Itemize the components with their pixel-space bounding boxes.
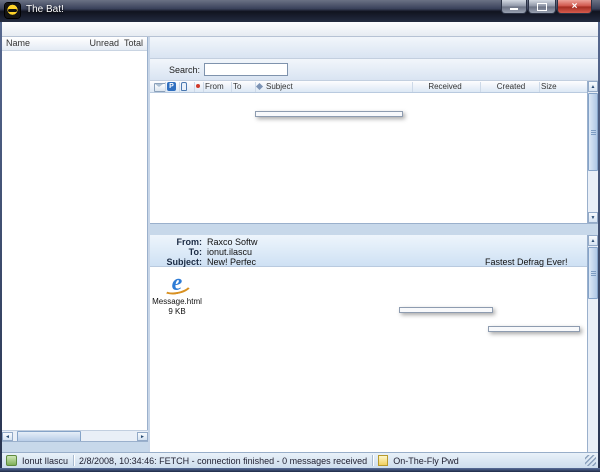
mail-area: Search: From To Subject Received Created… — [150, 37, 598, 452]
html-file-icon: e — [164, 271, 190, 297]
from-label: From: — [150, 237, 202, 247]
attachment-icon — [181, 82, 187, 91]
status-bar: Ionut Ilascu 2/8/2008, 10:34:46: FETCH -… — [2, 452, 598, 468]
account-status-icon — [6, 455, 17, 466]
subject-value: New! Perfec — [207, 257, 256, 267]
resize-grip[interactable] — [585, 455, 596, 466]
preview-header: From: Raxco Softw To: ionut.ilascu Subject… — [150, 235, 598, 267]
folder-pane: Name Unread Total ◄ ► — [2, 37, 148, 452]
scroll-down-icon[interactable]: ▼ — [588, 212, 598, 223]
message-list-header[interactable]: From To Subject Received Created Size — [150, 81, 587, 93]
otfe-icon — [378, 455, 388, 466]
menu-bar — [2, 22, 598, 37]
folder-toolbar: Search: — [150, 59, 598, 81]
main-toolbar — [150, 37, 598, 59]
sort-icon — [256, 83, 263, 90]
search-label: Search: — [169, 65, 200, 75]
scroll-right-icon[interactable]: ► — [137, 432, 148, 441]
scroll-up-icon[interactable]: ▲ — [588, 81, 598, 92]
title-bar[interactable]: The Bat! × — [0, 0, 600, 22]
application-window: The Bat! × Name Unread Total ◄ ► S — [0, 0, 600, 472]
scroll-thumb[interactable] — [17, 431, 81, 442]
folder-pane-header[interactable]: Name Unread Total — [2, 37, 147, 51]
folder-column-unread[interactable]: Unread — [89, 38, 119, 48]
app-icon — [5, 3, 20, 18]
window-edge-bottom — [0, 468, 600, 472]
context-menu — [255, 111, 403, 117]
status-right: On-The-Fly Pwd — [393, 456, 459, 466]
subject-label: Subject: — [150, 257, 202, 267]
search-input[interactable] — [204, 63, 288, 76]
subject-value-right: Fastest Defrag Ever! — [485, 257, 568, 267]
folder-column-name[interactable]: Name — [6, 38, 30, 48]
status-account: Ionut Ilascu — [22, 456, 68, 466]
from-value: Raxco Softw — [207, 237, 258, 247]
flag-icon — [196, 84, 200, 88]
column-header-received[interactable]: Received — [414, 82, 476, 91]
attachment-name: Message.html — [150, 297, 204, 307]
to-value: ionut.ilascu — [207, 247, 252, 257]
scroll-thumb[interactable] — [588, 247, 598, 299]
column-header-created[interactable]: Created — [483, 82, 539, 91]
column-header-from[interactable]: From — [205, 82, 224, 91]
attachments-submenu — [399, 307, 493, 313]
window-edge-left — [0, 22, 2, 468]
message-list-tabs — [150, 223, 598, 235]
folder-column-total[interactable]: Total — [124, 38, 143, 48]
attachment-item[interactable]: e Message.html 9 KB — [150, 271, 204, 317]
open-submenu — [488, 326, 580, 332]
scroll-up-icon[interactable]: ▲ — [588, 235, 598, 246]
preview-scrollbar[interactable]: ▲ ▼ — [587, 235, 598, 472]
parked-icon — [167, 82, 176, 91]
minimize-button[interactable] — [501, 0, 527, 14]
attachment-size: 9 KB — [150, 307, 204, 317]
column-header-size[interactable]: Size — [541, 82, 557, 91]
message-list-scrollbar[interactable]: ▲ ▼ — [587, 81, 598, 223]
column-header-subject[interactable]: Subject — [266, 82, 293, 91]
folder-pane-tabs — [2, 441, 148, 452]
preview-body: e Message.html 9 KB — [150, 267, 587, 452]
status-message: 2/8/2008, 10:34:46: FETCH - connection f… — [79, 456, 367, 466]
column-header-to[interactable]: To — [233, 82, 241, 91]
maximize-button[interactable] — [528, 0, 556, 14]
scroll-left-icon[interactable]: ◄ — [2, 432, 13, 441]
close-button[interactable]: × — [557, 0, 592, 14]
scroll-thumb[interactable] — [588, 93, 598, 171]
to-label: To: — [150, 247, 202, 257]
folder-pane-hscrollbar[interactable]: ◄ ► — [2, 430, 148, 441]
window-title: The Bat! — [26, 4, 64, 15]
